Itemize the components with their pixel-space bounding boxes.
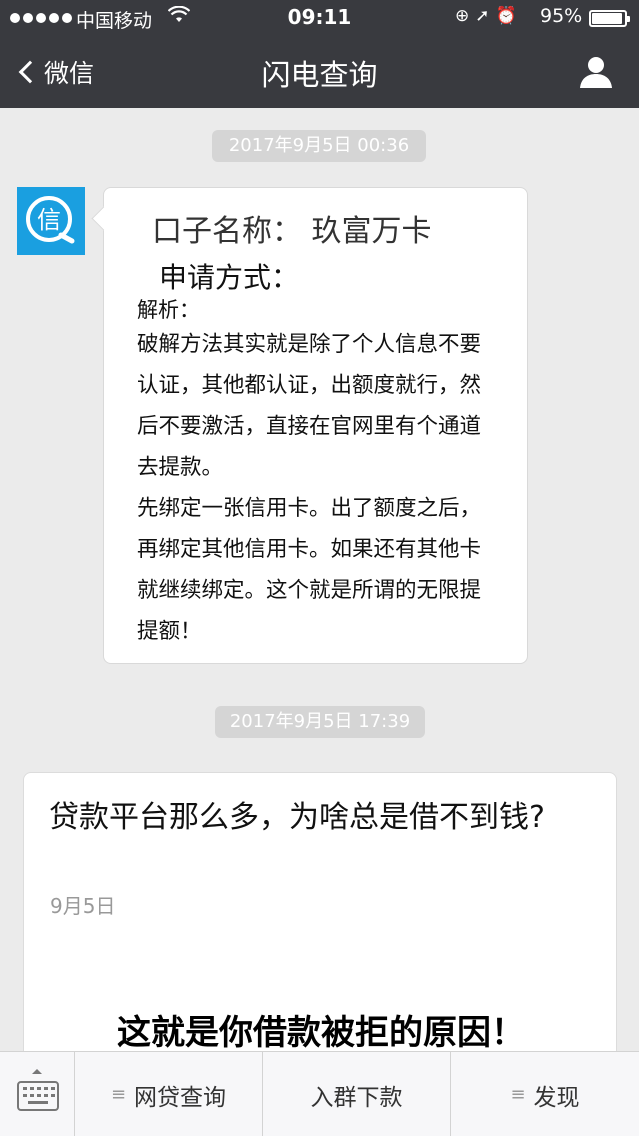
message-line: 认证，其他都认证，出额度就行，然: [137, 373, 482, 398]
application-method: 申请方式：: [159, 261, 300, 294]
message-line: 后不要激活，直接在官网里有个通道: [137, 414, 482, 439]
message-line: 提额！: [137, 619, 202, 644]
battery-percent: 95%: [540, 5, 583, 27]
message-line: 就继续绑定。这个就是所谓的无限提: [137, 578, 482, 603]
analysis-label: 解析：: [137, 298, 200, 322]
search-info-logo-icon: 信: [26, 196, 75, 244]
article-card[interactable]: 贷款平台那么多，为啥总是借不到钱? 9月5日 这就是你借款被拒的原因！: [23, 772, 617, 1072]
battery-icon: [589, 10, 630, 27]
message-line: 破解方法其实就是除了个人信息不要: [137, 332, 482, 357]
message-line: 再绑定其他信用卡。如果还有其他卡: [137, 537, 482, 562]
message-timestamp: 2017年9月5日 17:39: [215, 706, 425, 738]
person-icon: [580, 57, 612, 88]
caret-up-icon: [32, 1069, 42, 1074]
keyboard-toggle-button[interactable]: [0, 1052, 75, 1136]
message-line: 先绑定一张信用卡。出了额度之后，: [137, 496, 482, 521]
menu-discover[interactable]: ≡ 发现: [451, 1052, 639, 1136]
profile-button[interactable]: [578, 54, 614, 90]
message-bubble[interactable]: 口子名称： 玖富万卡 申请方式： 解析： 破解方法其实就是除了个人信息不要 认证…: [103, 187, 528, 664]
message-title: 口子名称： 玖富万卡: [152, 214, 432, 249]
article-cover-headline: 这就是你借款被拒的原因！: [117, 1013, 525, 1053]
menu-lines-icon: ≡: [510, 1084, 526, 1105]
article-title: 贷款平台那么多，为啥总是借不到钱?: [49, 800, 545, 835]
alarm-icon: ⏰: [495, 6, 523, 26]
article-date: 9月5日: [50, 894, 116, 918]
menu-label: 网贷查询: [134, 1084, 227, 1111]
svg-text:信: 信: [37, 206, 61, 234]
page-title: 闪电查询: [261, 58, 378, 92]
official-account-avatar[interactable]: 信: [17, 187, 85, 255]
menu-loan-query[interactable]: ≡ 网贷查询: [75, 1052, 263, 1136]
top-bar: 中国移动 09:11 ⊕➚⏰ 95% 微信 闪电查询: [0, 0, 639, 108]
keyboard-icon: [17, 1081, 59, 1111]
menu-label: 发现: [533, 1084, 580, 1111]
location-icon: ➚: [475, 6, 496, 26]
message-body: 破解方法其实就是除了个人信息不要 认证，其他都认证，出额度就行，然 后不要激活，…: [137, 324, 537, 652]
menu-lines-icon: ≡: [110, 1084, 127, 1105]
message-line: 去提款。: [137, 455, 224, 480]
menu-label: 入群下款: [310, 1084, 403, 1111]
menu-join-group[interactable]: 入群下款: [263, 1052, 451, 1136]
status-icons: ⊕➚⏰: [455, 6, 523, 26]
message-timestamp: 2017年9月5日 00:36: [212, 130, 426, 162]
rotation-lock-icon: ⊕: [455, 6, 476, 26]
status-bar: 中国移动 09:11 ⊕➚⏰ 95%: [0, 0, 639, 36]
bottom-menu: ≡ 网贷查询 入群下款 ≡ 发现: [0, 1051, 639, 1136]
